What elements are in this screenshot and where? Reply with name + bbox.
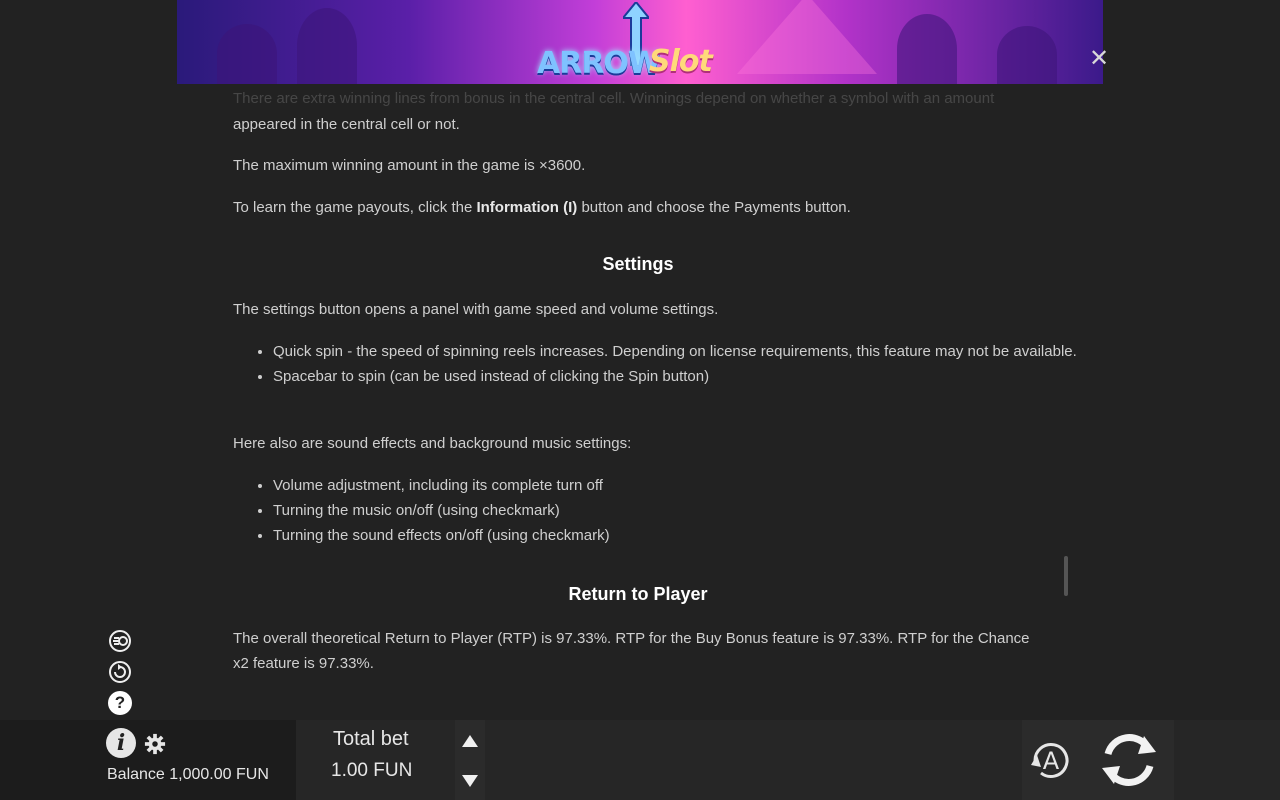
spin-icon: [1102, 734, 1156, 786]
gear-icon: [144, 733, 166, 755]
palm-decoration: [217, 24, 277, 84]
faded-line: There are extra winning lines from bonus…: [233, 90, 995, 107]
triangle-decoration: [737, 0, 877, 74]
game-banner: ARROW Slot: [177, 0, 1103, 84]
list-item: Volume adjustment, including its complet…: [273, 473, 1083, 498]
settings-intro: The settings button opens a panel with g…: [233, 301, 719, 318]
list-item: Spacebar to spin (can be used instead of…: [273, 364, 1083, 389]
sound-intro: Here also are sound effects and backgrou…: [233, 435, 632, 452]
info-button-reference: Information (I): [476, 199, 578, 216]
game-logo: ARROW Slot: [537, 2, 737, 84]
autoplay-letter: A: [1042, 747, 1060, 775]
settings-heading: Settings: [602, 254, 674, 274]
autoplay-button[interactable]: A: [1027, 737, 1075, 785]
close-button[interactable]: ✕: [1088, 45, 1110, 72]
close-icon: ✕: [1088, 45, 1110, 72]
balance-display: Balance 1,000.00 FUN: [107, 766, 269, 783]
list-item: Quick spin - the speed of spinning reels…: [273, 339, 1083, 364]
sound-list: Volume adjustment, including its complet…: [233, 473, 1083, 548]
help-icon[interactable]: ?: [108, 691, 132, 715]
list-item: Turning the music on/off (using checkmar…: [273, 498, 1083, 523]
rtp-paragraph: The overall theoretical Return to Player…: [233, 630, 1030, 672]
scrollbar-thumb[interactable]: [1064, 556, 1068, 596]
palm-decoration: [897, 14, 957, 84]
palm-decoration: [297, 8, 357, 84]
balance-panel: [0, 720, 296, 800]
settings-button[interactable]: [144, 733, 166, 755]
help-glyph: ?: [114, 693, 126, 712]
info-button[interactable]: i: [106, 728, 136, 758]
autoplay-history-icon[interactable]: [108, 660, 132, 684]
bet-up-icon: [462, 735, 478, 747]
bet-down-icon: [462, 775, 478, 787]
settings-list: Quick spin - the speed of spinning reels…: [233, 339, 1083, 389]
paragraph-payouts: To learn the game payouts, click the Inf…: [233, 199, 851, 216]
total-bet-value: 1.00 FUN: [331, 760, 413, 781]
rtp-heading: Return to Player: [568, 584, 708, 604]
bet-increase-button[interactable]: [460, 732, 480, 750]
logo-text-slot: Slot: [649, 44, 713, 79]
spin-button[interactable]: [1094, 726, 1164, 794]
bet-decrease-button[interactable]: [460, 772, 480, 790]
list-item: Turning the sound effects on/off (using …: [273, 523, 1083, 548]
paragraph-max-win: The maximum winning amount in the game i…: [233, 157, 586, 174]
bottom-bar: i Balance 1,000.00 FUN Total bet 1.00 FU…: [0, 720, 1280, 800]
turbo-icon[interactable]: [108, 629, 132, 653]
paragraph-central-cell: appeared in the central cell or not.: [233, 116, 460, 133]
logo-text-arrow: ARROW: [537, 46, 661, 81]
total-bet-label: Total bet: [333, 728, 409, 750]
palm-decoration: [997, 26, 1057, 84]
info-icon: i: [116, 730, 126, 756]
